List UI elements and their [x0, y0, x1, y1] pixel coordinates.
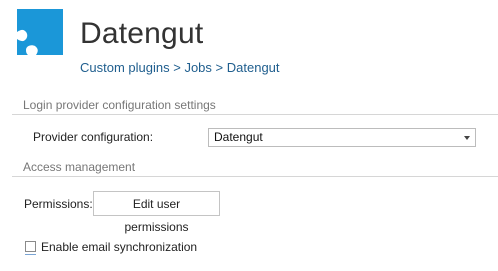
email-sync-label[interactable]: Enable email synchronization: [41, 240, 197, 254]
breadcrumb-item-custom-plugins[interactable]: Custom plugins: [80, 60, 170, 75]
chevron-down-icon: [464, 136, 470, 140]
section-heading: Login provider configuration settings: [23, 98, 216, 112]
breadcrumb-item-jobs[interactable]: Jobs: [184, 60, 211, 75]
provider-configuration-value: Datengut: [214, 130, 263, 144]
provider-configuration-label: Provider configuration:: [33, 130, 154, 144]
breadcrumb-separator: >: [173, 60, 185, 75]
breadcrumb-separator: >: [215, 60, 227, 75]
permissions-label: Permissions:: [24, 197, 93, 211]
provider-configuration-select[interactable]: Datengut: [208, 128, 476, 147]
puzzle-piece-icon: [17, 9, 63, 55]
page-title: Datengut: [80, 17, 204, 50]
section-heading: Access management: [23, 160, 136, 174]
breadcrumb-item-current: Datengut: [226, 60, 280, 75]
breadcrumb: Custom plugins > Jobs > Datengut: [80, 60, 280, 75]
edit-user-permissions-button[interactable]: Edit user permissions: [93, 191, 220, 234]
access-management-section-header: Access management: [12, 159, 498, 177]
login-provider-section-header: Login provider configuration settings: [12, 97, 498, 115]
email-sync-checkbox[interactable]: [25, 241, 36, 252]
checkbox-focus-underline: [25, 254, 36, 255]
